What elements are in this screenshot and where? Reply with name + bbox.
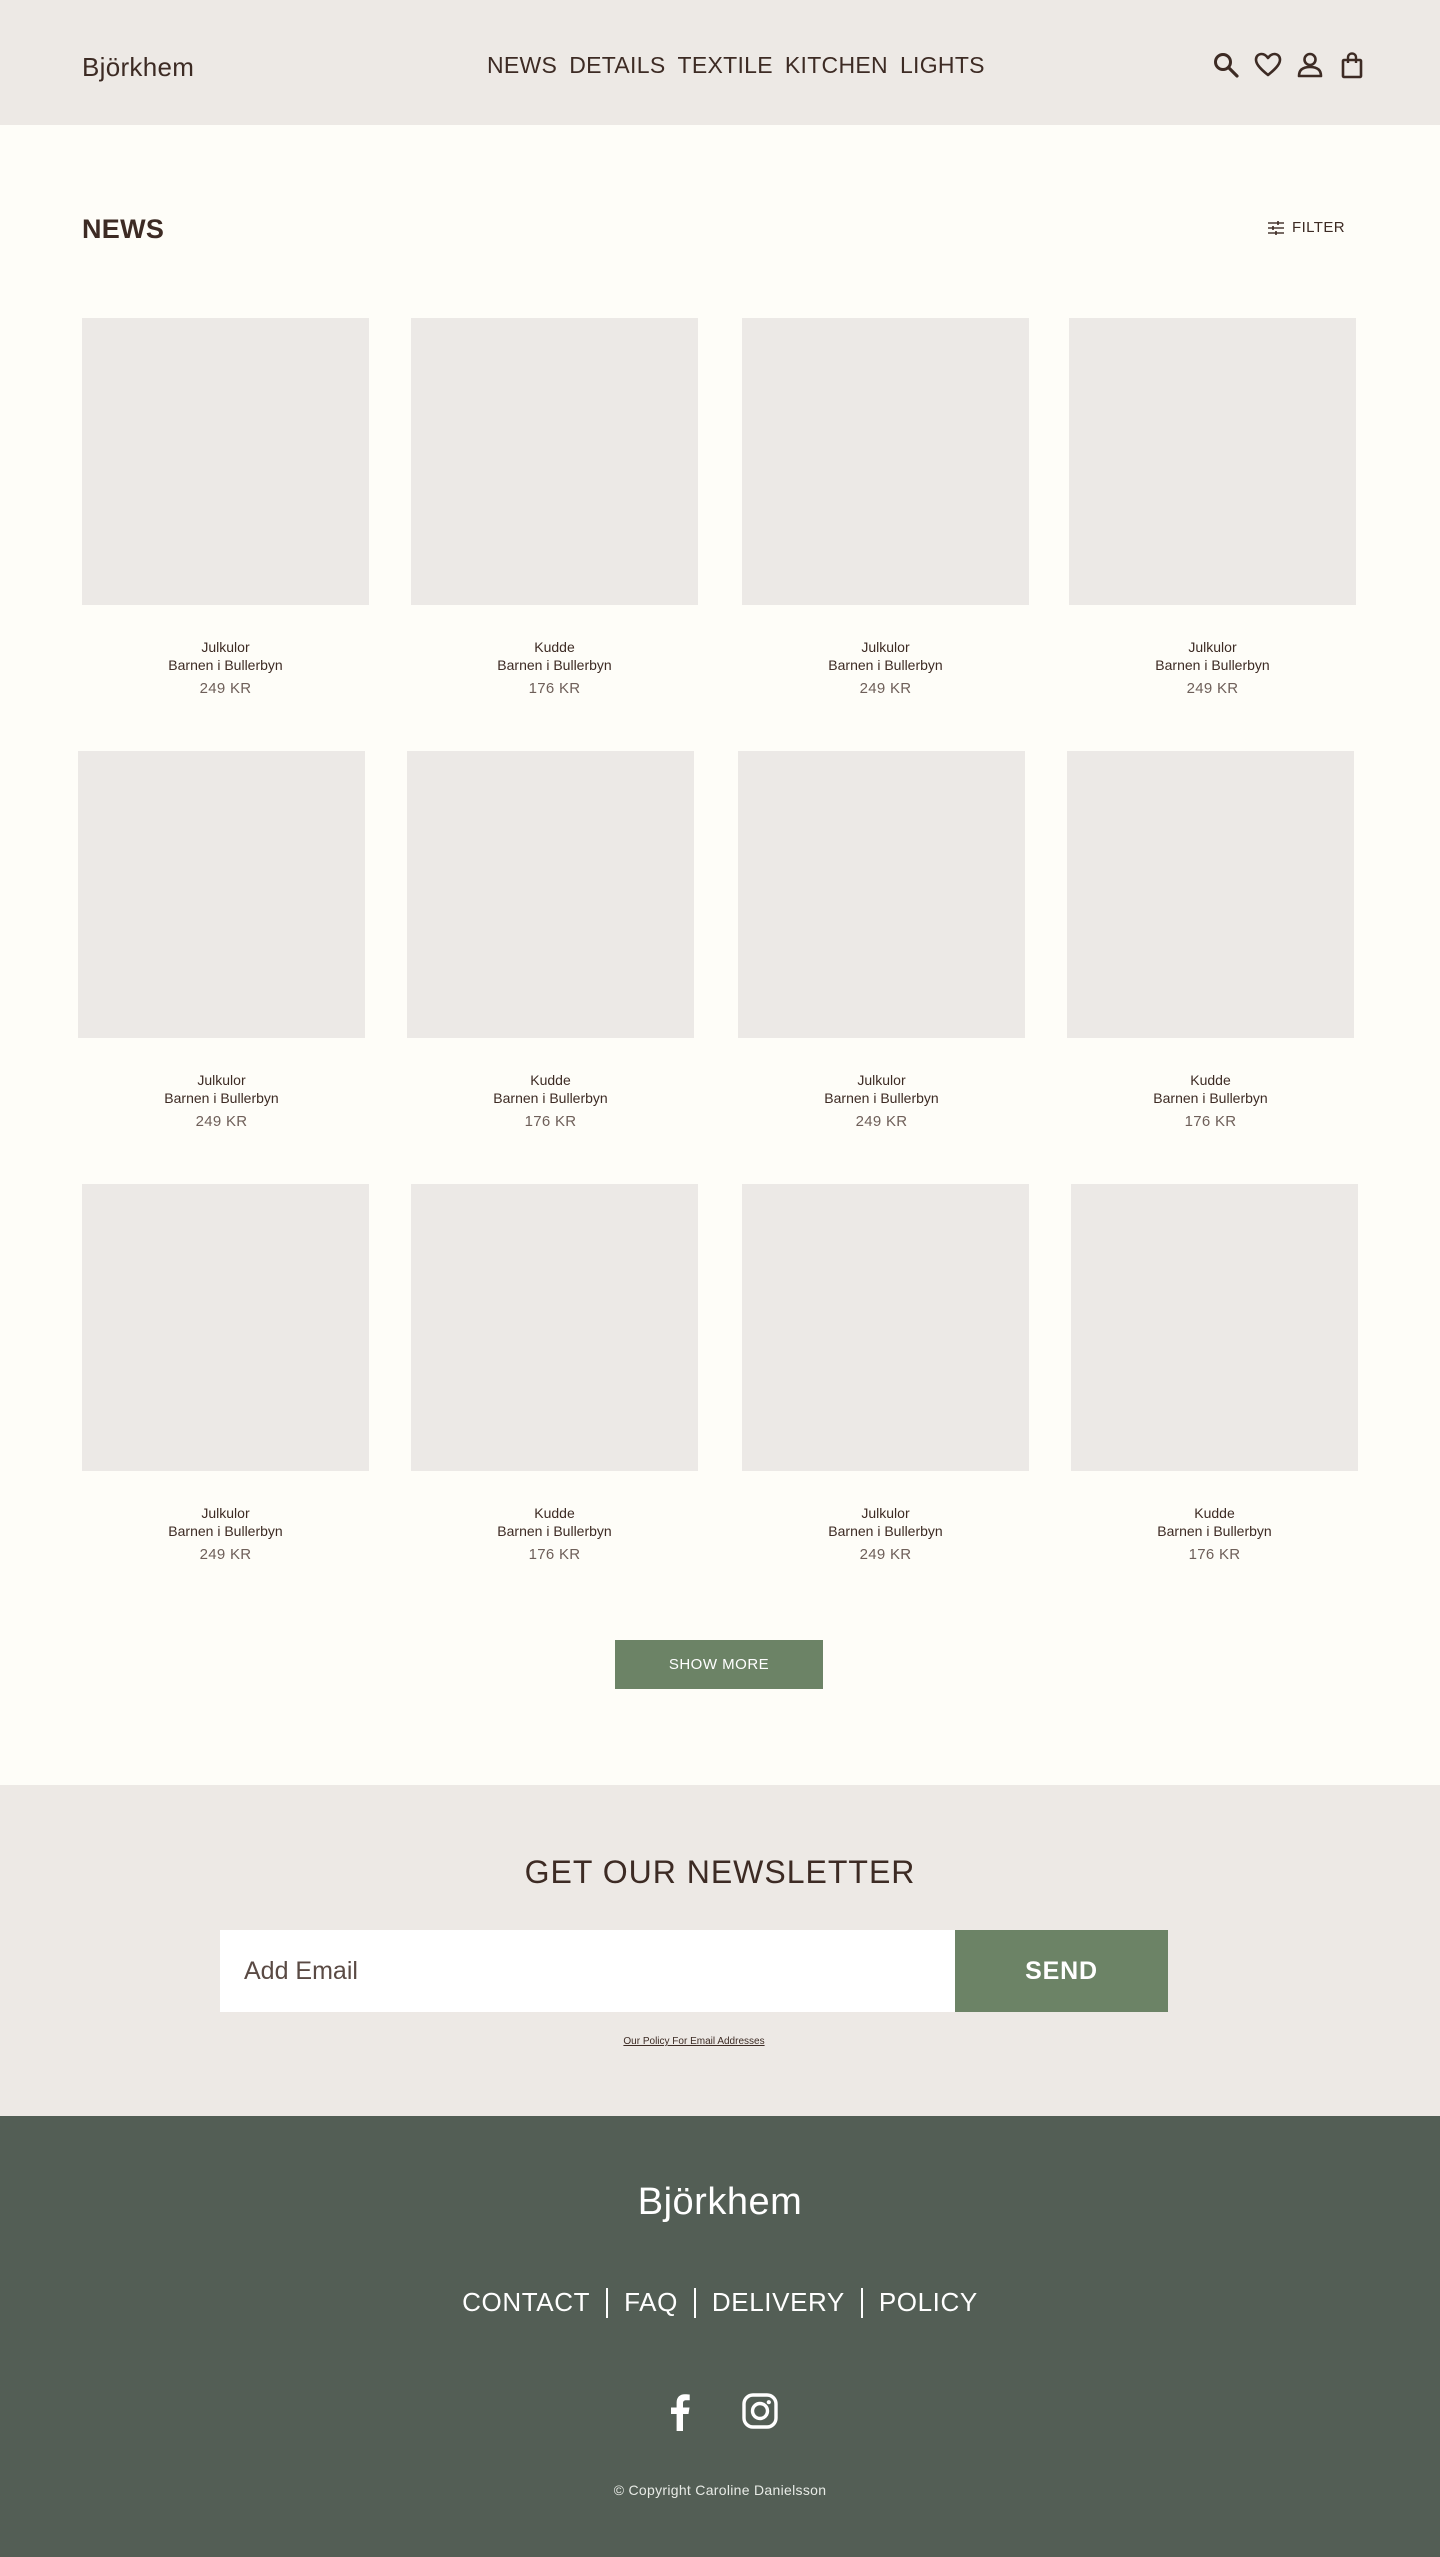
product-subtitle: Barnen i Bullerbyn: [497, 1523, 612, 1539]
product-name: Julkulor: [201, 639, 250, 655]
product-card[interactable]: Kudde Barnen i Bullerbyn 176 KR: [411, 1184, 698, 1563]
nav-kitchen[interactable]: KITCHEN: [785, 52, 888, 79]
nav-details[interactable]: DETAILS: [569, 52, 665, 79]
nav-news[interactable]: NEWS: [487, 52, 557, 79]
product-price: 249 KR: [859, 680, 912, 697]
product-image[interactable]: [1071, 1184, 1358, 1471]
product-card[interactable]: Kudde Barnen i Bullerbyn 176 KR: [407, 751, 694, 1130]
product-subtitle: Barnen i Bullerbyn: [1157, 1523, 1272, 1539]
filter-label: FILTER: [1292, 219, 1345, 236]
email-policy-link[interactable]: Our Policy For Email Addresses: [0, 2036, 1388, 2047]
product-card[interactable]: Julkulor Barnen i Bullerbyn 249 KR: [78, 751, 365, 1130]
product-subtitle: Barnen i Bullerbyn: [168, 657, 283, 673]
product-name: Kudde: [534, 639, 575, 655]
facebook-icon[interactable]: [661, 2391, 699, 2431]
product-name: Kudde: [530, 1072, 571, 1088]
product-name: Julkulor: [1188, 639, 1237, 655]
footer-link-delivery[interactable]: DELIVERY: [712, 2287, 845, 2318]
product-card[interactable]: Julkulor Barnen i Bullerbyn 249 KR: [742, 1184, 1029, 1563]
product-image[interactable]: [82, 1184, 369, 1471]
newsletter-title: GET OUR NEWSLETTER: [524, 1854, 916, 1890]
copyright-text: © Copyright Caroline Danielsson: [613, 2482, 827, 2498]
product-image[interactable]: [78, 751, 365, 1038]
product-price: 176 KR: [1188, 1546, 1241, 1563]
product-section: NEWS FILTER Julkulor Barnen i Bullerbyn …: [0, 125, 1440, 1785]
footer-logo[interactable]: Björkhem: [0, 2181, 1440, 2224]
product-price: 249 KR: [1186, 680, 1239, 697]
product-price: 176 KR: [524, 1113, 577, 1130]
product-card[interactable]: Julkulor Barnen i Bullerbyn 249 KR: [742, 318, 1029, 697]
product-price: 249 KR: [199, 1546, 252, 1563]
product-subtitle: Barnen i Bullerbyn: [164, 1090, 279, 1106]
newsletter-section: GET OUR NEWSLETTER SEND Our Policy For E…: [0, 1785, 1440, 2116]
footer-links: CONTACT FAQ DELIVERY POLICY: [0, 2287, 1440, 2318]
link-divider: [693, 2287, 696, 2318]
product-price: 176 KR: [1184, 1113, 1237, 1130]
product-price: 176 KR: [528, 1546, 581, 1563]
nav-lights[interactable]: LIGHTS: [900, 52, 985, 79]
header-icons: [1212, 51, 1366, 79]
product-subtitle: Barnen i Bullerbyn: [828, 1523, 943, 1539]
product-name: Kudde: [1194, 1505, 1235, 1521]
product-price: 176 KR: [528, 680, 581, 697]
product-name: Kudde: [534, 1505, 575, 1521]
nav-textile[interactable]: TEXTILE: [677, 52, 772, 79]
send-button[interactable]: SEND: [955, 1930, 1168, 2012]
product-image[interactable]: [1067, 751, 1354, 1038]
product-subtitle: Barnen i Bullerbyn: [824, 1090, 939, 1106]
filter-icon: [1268, 220, 1284, 235]
product-subtitle: Barnen i Bullerbyn: [493, 1090, 608, 1106]
instagram-icon[interactable]: [741, 2391, 779, 2431]
product-subtitle: Barnen i Bullerbyn: [1155, 657, 1270, 673]
user-icon[interactable]: [1296, 51, 1324, 79]
footer-link-faq[interactable]: FAQ: [624, 2287, 678, 2318]
footer-link-contact[interactable]: CONTACT: [462, 2287, 590, 2318]
show-more-button[interactable]: SHOW MORE: [615, 1640, 823, 1689]
heart-icon[interactable]: [1254, 51, 1282, 79]
bag-icon[interactable]: [1338, 51, 1366, 79]
product-image[interactable]: [407, 751, 694, 1038]
product-card[interactable]: Julkulor Barnen i Bullerbyn 249 KR: [1069, 318, 1356, 697]
page-title: NEWS: [82, 214, 165, 244]
product-name: Julkulor: [861, 1505, 910, 1521]
filter-button[interactable]: FILTER: [1268, 219, 1345, 236]
product-image[interactable]: [738, 751, 1025, 1038]
site-header: Björkhem NEWS DETAILS TEXTILE KITCHEN LI…: [0, 0, 1440, 125]
product-card[interactable]: Julkulor Barnen i Bullerbyn 249 KR: [82, 318, 369, 697]
link-divider: [606, 2287, 609, 2318]
product-subtitle: Barnen i Bullerbyn: [168, 1523, 283, 1539]
search-icon[interactable]: [1212, 51, 1240, 79]
product-card[interactable]: Julkulor Barnen i Bullerbyn 249 KR: [738, 751, 1025, 1130]
product-subtitle: Barnen i Bullerbyn: [828, 657, 943, 673]
product-name: Julkulor: [861, 639, 910, 655]
product-name: Kudde: [1190, 1072, 1231, 1088]
product-card[interactable]: Kudde Barnen i Bullerbyn 176 KR: [1071, 1184, 1358, 1563]
product-subtitle: Barnen i Bullerbyn: [497, 657, 612, 673]
product-price: 249 KR: [859, 1546, 912, 1563]
product-card[interactable]: Kudde Barnen i Bullerbyn 176 KR: [411, 318, 698, 697]
product-subtitle: Barnen i Bullerbyn: [1153, 1090, 1268, 1106]
product-image[interactable]: [742, 1184, 1029, 1471]
link-divider: [860, 2287, 863, 2318]
main-nav: NEWS DETAILS TEXTILE KITCHEN LIGHTS: [487, 52, 985, 79]
product-card[interactable]: Julkulor Barnen i Bullerbyn 249 KR: [82, 1184, 369, 1563]
site-footer: Björkhem CONTACT FAQ DELIVERY POLICY © C…: [0, 2116, 1440, 2557]
product-image[interactable]: [82, 318, 369, 605]
social-links: [0, 2391, 1440, 2431]
product-price: 249 KR: [195, 1113, 248, 1130]
product-price: 249 KR: [199, 680, 252, 697]
product-image[interactable]: [411, 1184, 698, 1471]
product-price: 249 KR: [855, 1113, 908, 1130]
product-image[interactable]: [411, 318, 698, 605]
product-name: Julkulor: [857, 1072, 906, 1088]
product-name: Julkulor: [201, 1505, 250, 1521]
email-field[interactable]: [220, 1930, 955, 2012]
footer-link-policy[interactable]: POLICY: [879, 2287, 978, 2318]
product-card[interactable]: Kudde Barnen i Bullerbyn 176 KR: [1067, 751, 1354, 1130]
product-name: Julkulor: [197, 1072, 246, 1088]
product-image[interactable]: [742, 318, 1029, 605]
site-logo[interactable]: Björkhem: [82, 52, 194, 83]
product-image[interactable]: [1069, 318, 1356, 605]
